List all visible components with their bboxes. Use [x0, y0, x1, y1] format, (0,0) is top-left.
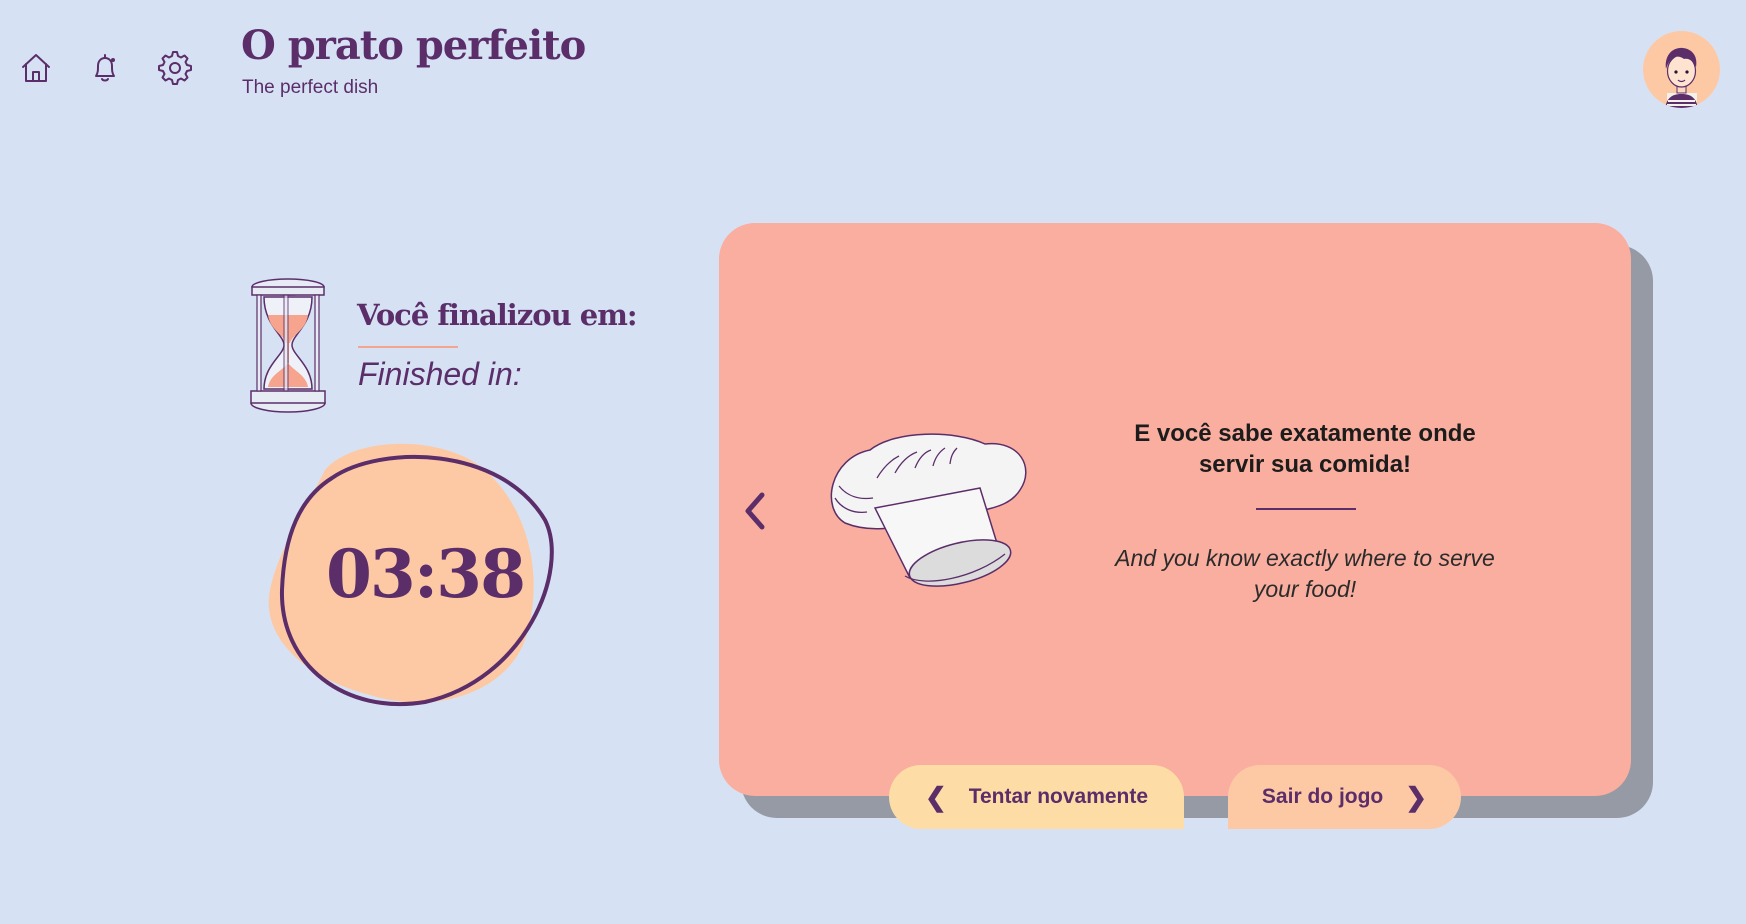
- timer-value: 03:38: [325, 535, 526, 613]
- exit-button-label: Sair do jogo: [1261, 785, 1384, 808]
- finished-label-en: Finished in:: [358, 356, 522, 392]
- page-title: O prato perfeito: [241, 22, 586, 69]
- chevron-left-icon[interactable]: [738, 487, 772, 535]
- page-subtitle: The perfect dish: [242, 77, 379, 98]
- card-message-en: And you know exactly where to serve your…: [1115, 545, 1495, 602]
- card-message-pt: E você sabe exatamente onde servir sua c…: [1134, 420, 1476, 478]
- retry-button-label: Tentar novamente: [968, 785, 1149, 808]
- user-avatar[interactable]: [1643, 31, 1720, 108]
- finished-label-pt: Você finalizou em:: [357, 298, 638, 332]
- bell-icon[interactable]: [87, 50, 123, 86]
- home-icon[interactable]: [18, 50, 54, 86]
- chef-hat-icon: [825, 428, 1030, 600]
- chevron-left-icon: ❮: [924, 782, 947, 812]
- hourglass-icon: [248, 275, 328, 415]
- chevron-right-icon: ❯: [1405, 782, 1428, 812]
- card-divider: [1256, 508, 1356, 510]
- retry-button[interactable]: ❮ Tentar novamente: [889, 765, 1184, 829]
- exit-button[interactable]: Sair do jogo ❯: [1228, 765, 1461, 829]
- finished-label-divider: [358, 346, 458, 348]
- gear-icon[interactable]: [157, 50, 193, 86]
